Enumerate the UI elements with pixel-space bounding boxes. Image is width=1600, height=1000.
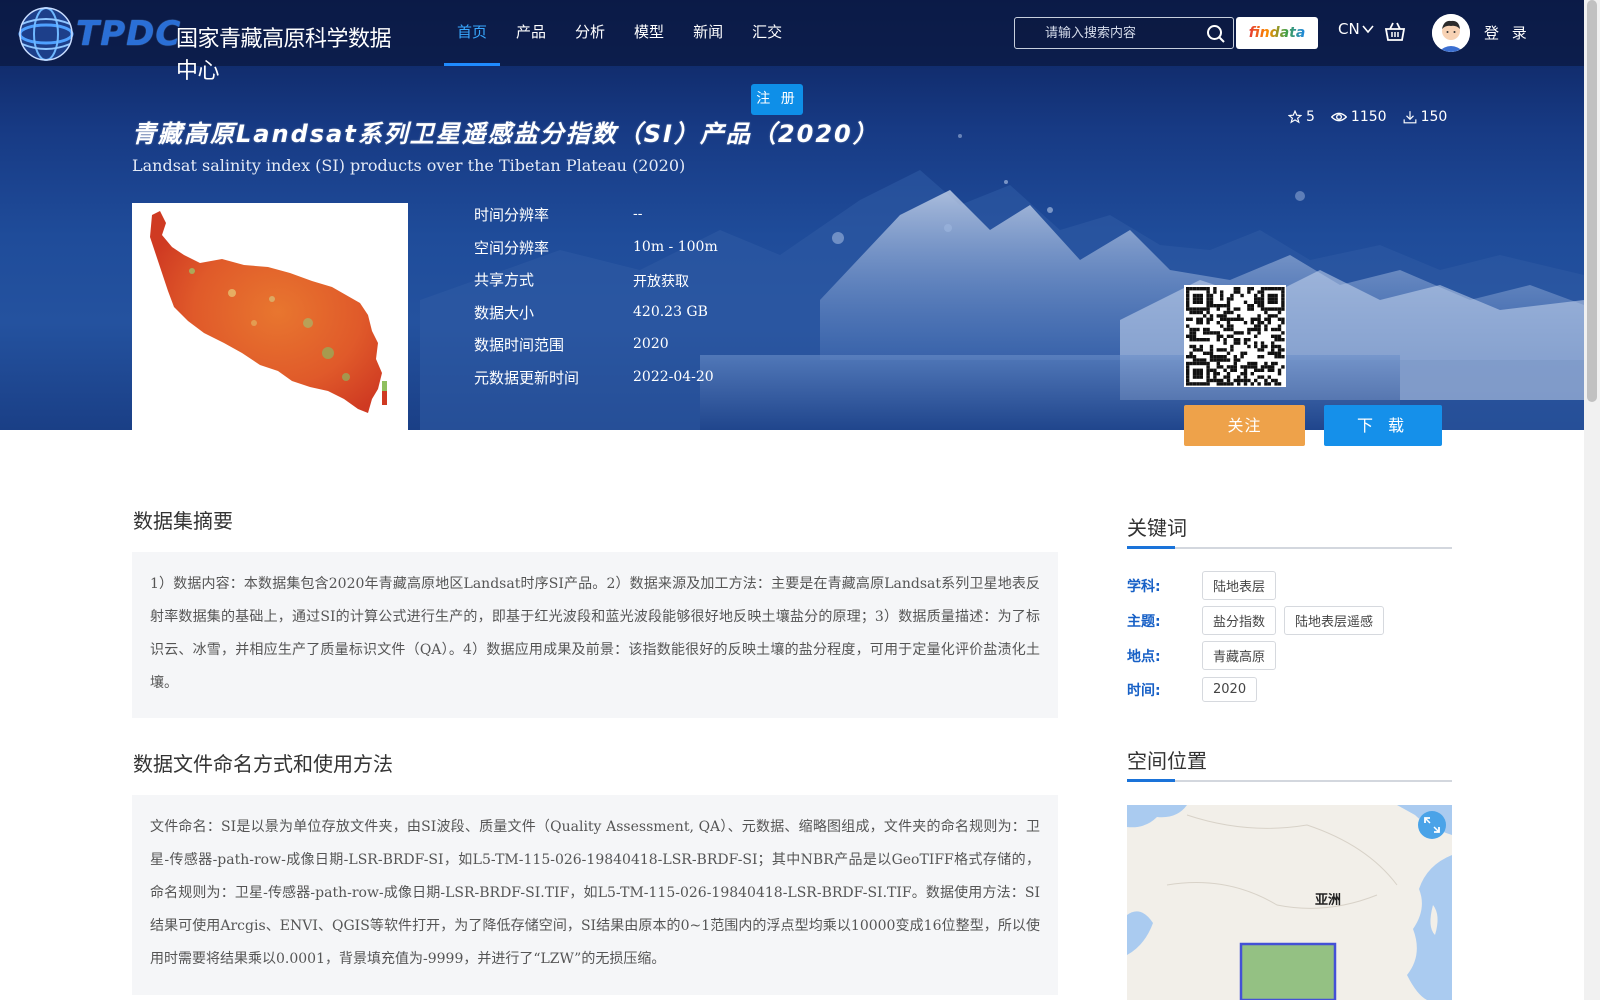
- site-name: 国家青藏高原科学数据中心: [176, 27, 392, 84]
- location-map[interactable]: 亚洲: [1127, 805, 1452, 1000]
- keyword-label: 地点:: [1127, 648, 1161, 665]
- nav-item-analysis[interactable]: 分析: [562, 0, 618, 66]
- keywords-heading: 关键词: [1127, 512, 1452, 549]
- qr-code: [1184, 285, 1286, 387]
- nav-item-news[interactable]: 新闻: [680, 0, 736, 66]
- download-count: 150: [1403, 109, 1448, 125]
- meta-key: 数据时间范围: [474, 336, 565, 354]
- login-link[interactable]: 登 录: [1484, 22, 1531, 43]
- keyword-tag[interactable]: 2020: [1202, 677, 1258, 702]
- avatar[interactable]: [1432, 14, 1470, 52]
- keyword-label: 学科:: [1127, 578, 1161, 595]
- dataset-stats: 5 1150 150: [1288, 109, 1447, 125]
- map-fullscreen-button[interactable]: [1418, 811, 1446, 839]
- follow-button[interactable]: 关注: [1184, 405, 1305, 446]
- naming-text: 文件命名：SI是以景为单位存放文件夹，由SI波段、质量文件（Quality As…: [150, 819, 1040, 967]
- keyword-tag[interactable]: 陆地表层: [1202, 571, 1277, 600]
- abstract-box: 1）数据内容：本数据集包含2020年青藏高原地区Landsat时序SI产品。2）…: [132, 552, 1058, 718]
- register-button[interactable]: 注 册: [751, 84, 803, 115]
- site-logo[interactable]: TPDC 国家青藏高原科学数据中心: [14, 4, 394, 84]
- keyword-tag[interactable]: 盐分指数: [1202, 606, 1277, 635]
- star-icon: [1288, 110, 1302, 124]
- meta-key: 元数据更新时间: [474, 368, 580, 387]
- view-count-value: 1150: [1350, 109, 1387, 125]
- findata-label: findata: [1248, 25, 1306, 41]
- meta-key: 共享方式: [474, 271, 535, 289]
- download-icon: [1403, 111, 1416, 124]
- nav-item-home[interactable]: 首页: [444, 0, 501, 66]
- search-icon[interactable]: [1206, 24, 1226, 44]
- keyword-row-discipline: 学科: 陆地表层: [1127, 571, 1452, 600]
- abstract-heading: 数据集摘要: [133, 509, 233, 533]
- user-avatar-icon: [1432, 14, 1470, 52]
- star-count[interactable]: 5: [1288, 109, 1315, 125]
- language-label: CN: [1338, 20, 1360, 38]
- findata-button[interactable]: findata: [1236, 17, 1318, 49]
- meta-value: 10m - 100m: [633, 238, 718, 255]
- keyword-row-place: 地点: 青藏高原: [1127, 641, 1452, 670]
- logo-wordmark: TPDC: [76, 14, 182, 54]
- language-switch[interactable]: CN: [1338, 20, 1374, 38]
- view-count: 1150: [1330, 109, 1387, 125]
- dataset-title-en: Landsat salinity index (SI) products ove…: [132, 156, 686, 175]
- location-heading: 空间位置: [1127, 745, 1452, 782]
- meta-key: 空间分辨率: [474, 238, 550, 257]
- meta-value: 开放获取: [633, 274, 689, 290]
- nav-item-submit[interactable]: 汇交: [739, 0, 795, 66]
- keyword-row-time: 时间: 2020: [1127, 677, 1452, 702]
- map-tiles: [1127, 805, 1452, 1000]
- keyword-label: 主题:: [1127, 613, 1161, 630]
- download-count-value: 150: [1420, 109, 1448, 125]
- keyword-row-theme: 主题: 盐分指数 陆地表层遥感: [1127, 606, 1452, 635]
- meta-value: --: [633, 206, 643, 222]
- naming-heading: 数据文件命名方式和使用方法: [133, 752, 393, 776]
- top-navbar: TPDC 国家青藏高原科学数据中心 首页 产品 分析 模型 新闻 汇交 find…: [0, 0, 1584, 84]
- meta-value: 2022-04-20: [633, 368, 714, 385]
- qr-code-icon: [1186, 287, 1285, 386]
- search-input[interactable]: [1015, 18, 1199, 48]
- map-label-asia: 亚洲: [1315, 893, 1342, 908]
- dataset-thumbnail[interactable]: [132, 203, 408, 430]
- meta-value: 2020: [633, 336, 669, 352]
- scrollbar-thumb[interactable]: [1587, 0, 1597, 402]
- star-count-value: 5: [1306, 109, 1315, 125]
- search-box: [1014, 17, 1234, 49]
- dataset-title-cn: 青藏高原Landsat系列卫星遥感盐分指数（SI）产品（2020）: [132, 120, 879, 148]
- nav-item-models[interactable]: 模型: [621, 0, 677, 66]
- page-scrollbar[interactable]: [1584, 0, 1600, 1000]
- keyword-label: 时间:: [1127, 682, 1161, 699]
- meta-key: 时间分辨率: [474, 206, 550, 224]
- keyword-tag[interactable]: 陆地表层遥感: [1284, 606, 1385, 635]
- fullscreen-icon: [1424, 817, 1440, 833]
- eye-icon: [1330, 112, 1347, 122]
- meta-value: 420.23 GB: [633, 303, 708, 320]
- naming-box: 文件命名：SI是以景为单位存放文件夹，由SI波段、质量文件（Quality As…: [132, 795, 1058, 995]
- main-nav: 首页 产品 分析 模型 新闻 汇交: [444, 0, 798, 66]
- chevron-down-icon: [1362, 25, 1374, 34]
- shopping-basket-icon[interactable]: [1384, 21, 1406, 43]
- abstract-text: 1）数据内容：本数据集包含2020年青藏高原地区Landsat时序SI产品。2）…: [150, 576, 1040, 691]
- download-button[interactable]: 下 载: [1324, 405, 1442, 446]
- keyword-tag[interactable]: 青藏高原: [1202, 641, 1277, 670]
- globe-icon: [18, 7, 74, 61]
- plateau-map-image: [150, 211, 387, 413]
- meta-key: 数据大小: [474, 303, 535, 322]
- nav-item-products[interactable]: 产品: [503, 0, 559, 66]
